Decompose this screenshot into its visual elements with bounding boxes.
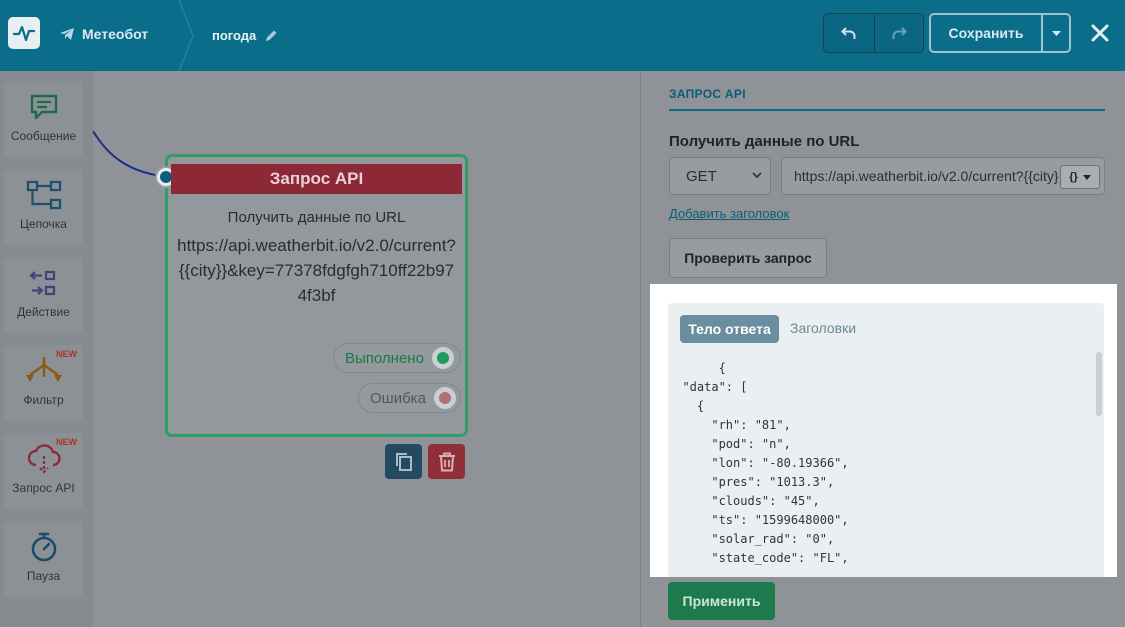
tool-label: Фильтр	[23, 393, 64, 407]
undo-icon	[840, 27, 856, 39]
json-line: "pres": "1013.3",	[668, 475, 835, 489]
flow-canvas[interactable]: Запрос API Получить данные по URL https:…	[93, 71, 640, 627]
response-panel: Тело ответа Заголовки { "data": [ { "rh"…	[668, 303, 1104, 577]
json-line: {	[668, 399, 705, 413]
url-value: https://api.weatherbit.io/v2.0/current?{…	[794, 168, 1059, 184]
breadcrumb-separator	[178, 0, 194, 71]
tab-response-body[interactable]: Тело ответа	[680, 315, 779, 343]
redo-icon	[892, 27, 907, 39]
tool-pause[interactable]: Пауза	[4, 521, 83, 597]
tool-label: Сообщение	[10, 129, 77, 143]
json-line: {	[668, 361, 726, 375]
chevron-down-icon	[1051, 30, 1061, 36]
exit-error-port[interactable]	[433, 387, 456, 409]
tool-message[interactable]: Сообщение	[4, 81, 83, 157]
panel-divider	[669, 109, 1105, 111]
copy-icon	[395, 452, 412, 471]
tool-filter[interactable]: NEW Фильтр	[4, 345, 83, 421]
url-input[interactable]: https://api.weatherbit.io/v2.0/current?{…	[781, 157, 1105, 195]
add-header-link[interactable]: Добавить заголовок	[669, 206, 789, 221]
exit-success[interactable]: Выполнено	[333, 343, 461, 373]
tool-api-request[interactable]: NEW Запрос API	[4, 433, 83, 509]
exit-success-port[interactable]	[431, 347, 454, 369]
exit-error-label: Ошибка	[370, 389, 426, 407]
api-request-icon	[27, 444, 61, 474]
action-icon	[28, 270, 55, 296]
trash-icon	[438, 452, 455, 471]
breadcrumb-flow[interactable]: погода	[212, 25, 278, 45]
telegram-icon	[60, 28, 74, 40]
url-section-label: Получить данные по URL	[669, 133, 860, 150]
new-badge: NEW	[56, 349, 77, 359]
node-subtitle: Получить данные по URL	[227, 209, 406, 226]
undo-button[interactable]	[824, 14, 874, 52]
exit-error[interactable]: Ошибка	[358, 383, 461, 413]
insert-variable-button[interactable]: {}	[1060, 165, 1100, 189]
response-json[interactable]: { "data": [ { "rh": "81", "pod": "n", "l…	[668, 355, 1104, 577]
top-bar: Метеобот погода Сохранить	[0, 0, 1125, 71]
redo-button[interactable]	[873, 14, 924, 52]
node-url: https://api.weatherbit.io/v2.0/current?{…	[177, 236, 456, 305]
response-highlight: Тело ответа Заголовки { "data": [ { "rh"…	[650, 284, 1117, 577]
tool-label: Пауза	[26, 569, 61, 583]
json-line: "state_code": "FL",	[668, 551, 849, 565]
json-line: "solar_rad": "0",	[668, 532, 835, 546]
duplicate-node-button[interactable]	[385, 444, 422, 479]
tool-chain[interactable]: Цепочка	[4, 169, 83, 245]
pulse-icon	[13, 25, 35, 42]
breadcrumb-bot[interactable]: Метеобот	[60, 24, 148, 44]
json-line: "lon": "-80.19366",	[668, 456, 849, 470]
braces-icon: {}	[1069, 171, 1078, 183]
close-button[interactable]	[1087, 20, 1113, 46]
panel-title: ЗАПРОС API	[669, 87, 746, 101]
json-line: "clouds": "45",	[668, 494, 820, 508]
logo[interactable]	[8, 17, 40, 49]
close-icon	[1091, 24, 1109, 42]
chevron-down-icon	[752, 172, 762, 179]
history-buttons	[823, 13, 924, 53]
tool-label: Запрос API	[12, 481, 75, 495]
pencil-icon[interactable]	[265, 29, 278, 42]
new-badge: NEW	[56, 437, 77, 447]
api-request-node[interactable]: Запрос API Получить данные по URL https:…	[155, 154, 468, 437]
tool-action[interactable]: Действие	[4, 257, 83, 333]
json-line: "rh": "81",	[668, 418, 791, 432]
delete-node-button[interactable]	[428, 444, 465, 479]
save-button[interactable]: Сохранить	[931, 15, 1041, 51]
bot-name: Метеобот	[82, 26, 149, 42]
json-line: "pod": "n",	[668, 437, 791, 451]
check-request-button[interactable]: Проверить запрос	[669, 238, 827, 278]
flow-name: погода	[212, 27, 257, 43]
tool-label: Действие	[17, 305, 70, 319]
response-scrollbar[interactable]	[1096, 352, 1102, 416]
timer-icon	[31, 532, 56, 562]
save-options-button[interactable]	[1041, 15, 1069, 51]
save-group: Сохранить	[929, 13, 1071, 53]
method-select[interactable]: GET	[669, 157, 771, 195]
filter-icon	[25, 357, 62, 382]
chevron-down-icon	[1082, 174, 1091, 180]
json-line: "data": [	[668, 380, 748, 394]
method-value: GET	[686, 167, 717, 185]
message-icon	[30, 94, 57, 120]
tool-label: Цепочка	[20, 217, 67, 231]
json-line: "ts": "1599648000",	[668, 513, 849, 527]
exit-success-label: Выполнено	[345, 349, 424, 367]
apply-button[interactable]: Применить	[668, 582, 775, 620]
node-title: Запрос API	[171, 164, 462, 194]
chain-icon	[26, 180, 61, 210]
tab-response-headers[interactable]: Заголовки	[790, 320, 856, 336]
tool-sidebar: Сообщение Цепочка Действие NEW Фильтр NE…	[0, 71, 93, 627]
